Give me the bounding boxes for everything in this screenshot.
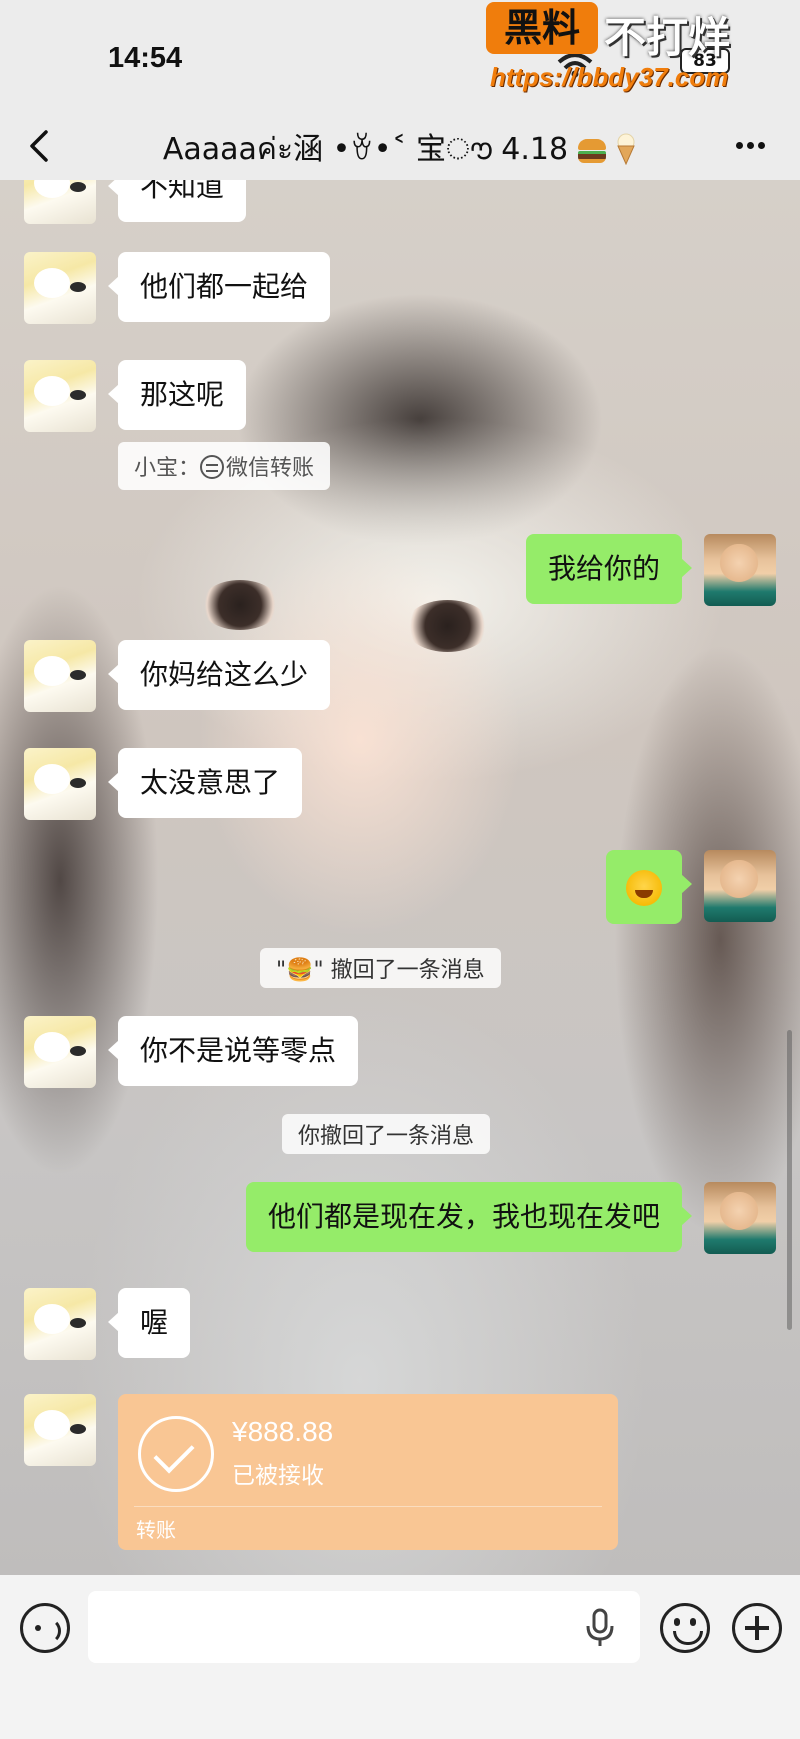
message-bubble[interactable]: 太没意思了	[107, 748, 303, 818]
message-bubble[interactable]: 那这呢	[107, 360, 247, 430]
watermark-url: https://bbdy37.com	[490, 62, 729, 92]
contact-avatar[interactable]	[24, 748, 96, 820]
contact-avatar[interactable]	[24, 1394, 96, 1466]
transfer-card[interactable]: ¥888.88 已被接收 转账	[118, 1394, 618, 1550]
recall-notice: "🍔" 撤回了一条消息	[260, 948, 501, 988]
self-avatar[interactable]	[704, 1182, 776, 1254]
chat-title-text: Aaaaaค่ะ涵 •ꈊ•˂ 宝ൗ 4.18	[162, 132, 569, 167]
message-bubble[interactable]: 喔	[107, 1288, 191, 1358]
contact-avatar[interactable]	[24, 1016, 96, 1088]
self-avatar[interactable]	[704, 850, 776, 922]
message-list[interactable]: 不知道 他们都一起给 那这呢 小宝： 微信转账 我给你的 你妈给这么少 太没意思了…	[0, 180, 800, 1575]
status-time: 14:54	[108, 42, 183, 74]
message-bubble[interactable]	[606, 850, 692, 924]
quoted-message[interactable]: 小宝： 微信转账	[118, 442, 331, 490]
message-bubble[interactable]: 不知道	[107, 180, 247, 222]
transfer-icon	[200, 455, 225, 479]
message-bubble[interactable]: 你妈给这么少	[107, 640, 331, 710]
scrollbar[interactable]	[787, 1030, 792, 1330]
contact-avatar[interactable]	[24, 180, 96, 224]
watermark-title: 不打烊	[604, 13, 731, 62]
hamburger-icon	[577, 139, 606, 163]
contact-avatar[interactable]	[24, 640, 96, 712]
watermark: 黑料 不打烊 https://bbdy37.com	[486, 2, 776, 98]
face-with-tears-of-joy-icon	[626, 870, 662, 906]
transfer-amount: ¥888.88	[232, 1416, 334, 1447]
emoji-icon[interactable]	[660, 1603, 710, 1653]
message-bubble[interactable]: 我给你的	[525, 534, 693, 604]
message-input[interactable]	[88, 1591, 640, 1663]
chat-title: Aaaaaค่ะ涵 •ꈊ•˂ 宝ൗ 4.18	[0, 124, 800, 173]
self-avatar[interactable]	[704, 534, 776, 606]
ice-cream-icon	[617, 133, 635, 166]
quote-content: 微信转账	[226, 456, 315, 481]
status-bar: 14:54 83 黑料 不打烊 https://bbdy37.com	[0, 0, 800, 110]
transfer-label: 转账	[136, 1518, 176, 1542]
divider	[134, 1506, 602, 1507]
contact-avatar[interactable]	[24, 252, 96, 324]
chat-header: Aaaaaค่ะ涵 •ꈊ•˂ 宝ൗ 4.18	[0, 110, 800, 180]
transfer-status: 已被接收	[232, 1463, 324, 1489]
watermark-badge: 黑料	[486, 2, 598, 54]
more-dots-icon[interactable]	[734, 130, 774, 160]
message-bubble[interactable]: 他们都一起给	[107, 252, 331, 322]
voice-icon[interactable]	[20, 1603, 70, 1653]
message-bubble[interactable]: 你不是说等零点	[107, 1016, 359, 1086]
input-bar	[0, 1575, 800, 1739]
contact-avatar[interactable]	[24, 1288, 96, 1360]
contact-avatar[interactable]	[24, 360, 96, 432]
recall-notice: 你撤回了一条消息	[282, 1114, 491, 1154]
quote-sender: 小宝：	[134, 456, 201, 481]
message-bubble[interactable]: 他们都是现在发，我也现在发吧	[245, 1182, 693, 1252]
check-circle-icon	[138, 1416, 214, 1492]
mic-icon[interactable]	[584, 1608, 616, 1648]
plus-icon[interactable]	[732, 1603, 782, 1653]
